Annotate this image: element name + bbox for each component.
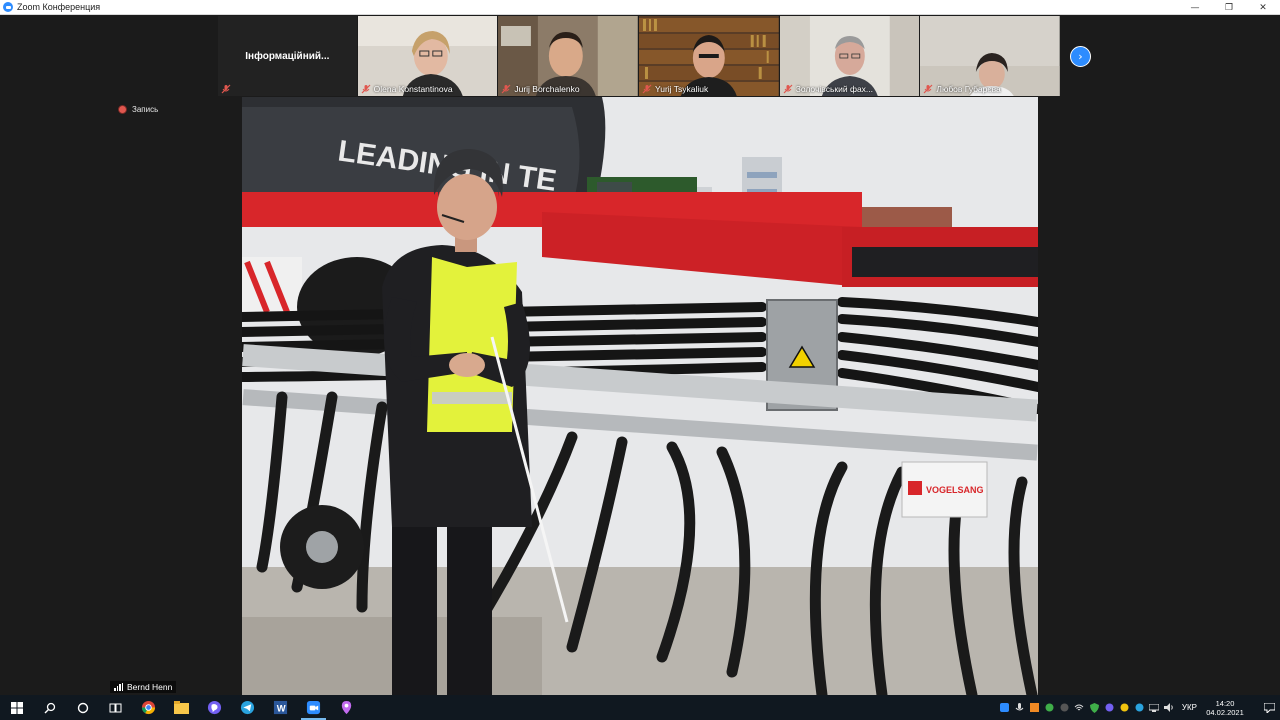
participant-tile[interactable]: Любов Губарєва (920, 16, 1061, 96)
viber-icon (207, 700, 222, 715)
window-controls: — ❐ ✕ (1178, 0, 1280, 15)
participant-name: Jurij Borchalenko (514, 84, 580, 94)
chrome-app[interactable] (132, 695, 165, 720)
tray-dark-icon[interactable] (1057, 695, 1072, 720)
window-titlebar: Zoom Конференция — ❐ ✕ (0, 0, 1280, 15)
participant-name: Yurij Tsykaliuk (655, 84, 709, 94)
notification-icon (1263, 702, 1275, 713)
muted-mic-icon (221, 84, 231, 94)
speaker-video-frame: LEADING IN TE (242, 97, 1038, 695)
tray-yellow-icon[interactable] (1117, 695, 1132, 720)
recording-indicator[interactable]: Запись (118, 105, 158, 114)
brand-plate-text: VOGELSANG (926, 485, 984, 495)
participant-thumbnail-strip: Інформаційний... Olena Konstantinova Jur… (218, 16, 1061, 96)
active-speaker-label: Bernd Henn (110, 681, 177, 693)
zoom-app-icon (3, 2, 13, 12)
windows-taskbar: W УКР 14:20 04.02.2021 (0, 695, 1280, 720)
task-view-icon (109, 703, 122, 712)
muted-mic-icon (501, 84, 511, 94)
telegram-app[interactable] (231, 695, 264, 720)
task-view-button[interactable] (99, 695, 132, 720)
active-speaker-name: Bernd Henn (127, 682, 173, 692)
participant-tile[interactable]: Yurij Tsykaliuk (639, 16, 779, 96)
muted-mic-icon (783, 84, 793, 94)
word-icon: W (273, 700, 288, 715)
windows-start-icon (10, 701, 23, 714)
telegram-icon (240, 700, 255, 715)
shield-icon[interactable] (1087, 695, 1102, 720)
signal-bars-icon (114, 683, 124, 691)
minimize-button[interactable]: — (1178, 0, 1212, 15)
notifications-button[interactable] (1258, 695, 1280, 720)
svg-text:W: W (277, 703, 286, 713)
close-button[interactable]: ✕ (1246, 0, 1280, 15)
participant-name: Olena Konstantinova (373, 84, 453, 94)
cortana-button[interactable] (66, 695, 99, 720)
participant-name: Любов Губарєва (936, 84, 1001, 94)
muted-mic-icon (361, 84, 371, 94)
search-icon (44, 702, 55, 713)
search-button[interactable] (33, 695, 66, 720)
recording-label: Запись (132, 105, 159, 114)
chrome-icon (141, 700, 156, 715)
telegram-tray-icon[interactable] (1132, 695, 1147, 720)
tray-green-icon[interactable] (1042, 695, 1057, 720)
clock[interactable]: 14:20 04.02.2021 (1202, 699, 1248, 717)
language-indicator[interactable]: УКР (1182, 703, 1197, 712)
network-icon[interactable] (1147, 695, 1162, 720)
zoom-icon (306, 700, 321, 715)
file-explorer-app[interactable] (165, 695, 198, 720)
viber-app[interactable] (198, 695, 231, 720)
participant-tile[interactable]: Золочівський фах... (779, 16, 920, 96)
clock-date: 04.02.2021 (1206, 707, 1244, 717)
cortana-icon (77, 702, 88, 713)
active-speaker-video: LEADING IN TE (242, 97, 1038, 695)
participant-name: Золочівський фах... (795, 84, 874, 94)
start-button[interactable] (0, 695, 33, 720)
participant-tile[interactable]: Jurij Borchalenko (498, 16, 639, 96)
clock-time: 14:20 (1215, 698, 1235, 708)
muted-mic-icon (923, 84, 933, 94)
microphone-icon[interactable] (1012, 695, 1027, 720)
maps-app[interactable] (330, 695, 363, 720)
info-tile[interactable]: Інформаційний... (218, 16, 357, 96)
viber-tray-icon[interactable] (1102, 695, 1117, 720)
muted-mic-icon (642, 84, 652, 94)
participant-tile[interactable]: Olena Konstantinova (357, 16, 498, 96)
tray-orange-icon[interactable] (1027, 695, 1042, 720)
next-page-button[interactable]: › (1070, 46, 1091, 67)
tray-app-icon[interactable] (997, 695, 1012, 720)
system-tray: УКР 14:20 04.02.2021 (997, 695, 1280, 720)
record-dot-icon (118, 105, 127, 114)
wifi-icon[interactable] (1072, 695, 1087, 720)
window-title: Zoom Конференция (17, 2, 101, 12)
volume-icon[interactable] (1162, 695, 1177, 720)
chevron-right-icon: › (1078, 50, 1083, 63)
word-app[interactable]: W (264, 695, 297, 720)
restore-button[interactable]: ❐ (1212, 0, 1246, 15)
info-tile-name: Інформаційний... (245, 50, 330, 62)
file-explorer-icon (174, 701, 189, 714)
zoom-app[interactable] (297, 695, 330, 720)
maps-icon (341, 700, 352, 715)
